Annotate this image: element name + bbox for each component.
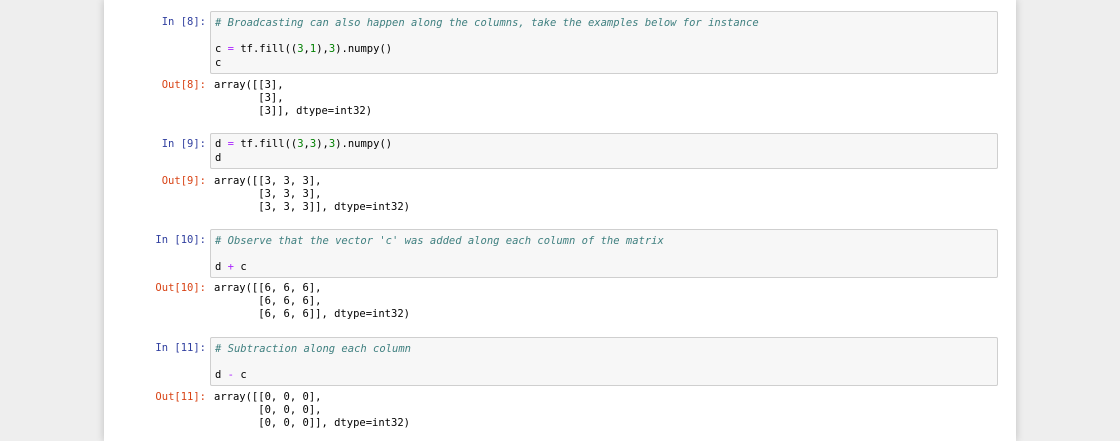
output-prompt: Out[11]: (155, 391, 206, 403)
output-prompt: Out[10]: (155, 282, 206, 294)
output-line: array([[6, 6, 6], (214, 282, 322, 294)
code-line: d - c (215, 369, 247, 381)
code-comment: # Subtraction along each column (215, 343, 411, 355)
code-line: d = tf.fill((3,3),3).numpy() (215, 138, 393, 150)
code-line: c = tf.fill((3,1),3).numpy() (215, 43, 393, 55)
input-prompt: In [11]: (155, 342, 206, 354)
code-line: d (215, 152, 222, 164)
output-line: [0, 0, 0]], dtype=int32) (214, 417, 410, 429)
output-prompt: Out[8]: (161, 79, 206, 91)
code-input[interactable]: # Subtraction along each column d - c (210, 337, 998, 386)
output-line: [3, 3, 3]], dtype=int32) (214, 201, 410, 213)
notebook-container: In [8]: # Broadcasting can also happen a… (104, 0, 1016, 441)
output-line: [3]], dtype=int32) (214, 105, 373, 117)
output-line: array([[3, 3, 3], (214, 175, 322, 187)
code-comment: # Broadcasting can also happen along the… (215, 17, 759, 29)
code-line: c (215, 57, 222, 69)
code-input[interactable]: # Observe that the vector 'c' was added … (210, 229, 998, 278)
code-input[interactable]: d = tf.fill((3,3),3).numpy() d (210, 133, 998, 169)
output-line: [0, 0, 0], (214, 404, 322, 416)
code-input[interactable]: # Broadcasting can also happen along the… (210, 11, 998, 74)
input-prompt: In [8]: (161, 16, 206, 28)
output-line: array([[0, 0, 0], (214, 391, 322, 403)
output-prompt: Out[9]: (161, 175, 206, 187)
output-line: [6, 6, 6]], dtype=int32) (214, 308, 410, 320)
output-line: array([[3], (214, 79, 284, 91)
output-line: [3, 3, 3], (214, 188, 322, 200)
code-comment: # Observe that the vector 'c' was added … (215, 235, 664, 247)
code-line: d + c (215, 261, 247, 273)
output-line: [3], (214, 92, 284, 104)
output-line: [6, 6, 6], (214, 295, 322, 307)
input-prompt: In [10]: (155, 234, 206, 246)
input-prompt: In [9]: (161, 138, 206, 150)
